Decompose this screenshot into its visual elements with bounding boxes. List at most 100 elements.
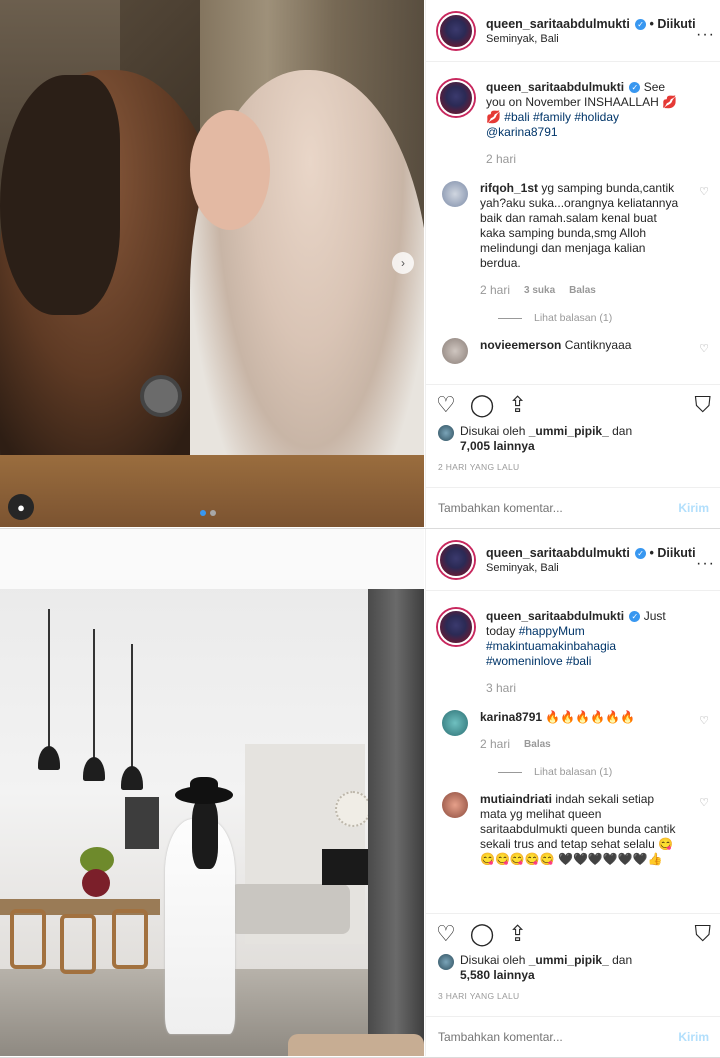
carousel-dots <box>200 510 216 516</box>
action-bar: ♡ ◯ ⇪ ⛉ <box>426 913 720 953</box>
user-tags-icon[interactable]: ● <box>8 494 34 520</box>
caption-hashtags[interactable]: #bali #family #holiday @karina8791 <box>486 110 619 139</box>
comment: karina8791 🔥🔥🔥🔥🔥🔥 2 hari Balas ♡ <box>438 710 709 752</box>
avatar[interactable] <box>442 710 468 736</box>
next-photo-icon[interactable]: › <box>392 252 414 274</box>
carousel-dot <box>210 510 216 516</box>
location-link[interactable]: Seminyak, Bali <box>486 33 696 45</box>
bookmark-icon[interactable]: ⛉ <box>694 393 711 416</box>
follow-button[interactable]: Diikuti <box>657 546 695 560</box>
more-icon[interactable]: ··· <box>696 26 715 44</box>
avatar[interactable] <box>438 425 454 441</box>
photo-lamp-cord <box>48 609 50 749</box>
reply-button[interactable]: Balas <box>569 283 596 298</box>
liked-by-prefix: Disukai oleh <box>460 953 526 967</box>
comment-time[interactable]: 2 hari <box>480 283 510 298</box>
location-link[interactable]: Seminyak, Bali <box>486 562 696 574</box>
add-comment-input[interactable] <box>438 500 679 515</box>
comments-list[interactable]: queen_saritaabdulmukti ✓ Just today #hap… <box>426 591 720 911</box>
more-icon[interactable]: ··· <box>696 555 715 573</box>
comment-text: Cantiknyaaa <box>564 338 632 352</box>
photo-chair <box>112 909 148 969</box>
comment-username[interactable]: mutiaindriati <box>480 792 552 806</box>
post-date[interactable]: 3 HARI YANG LALU <box>438 991 520 1001</box>
like-comment-heart-icon[interactable]: ♡ <box>699 796 709 809</box>
photo-watch <box>140 375 182 417</box>
avatar[interactable] <box>438 609 474 645</box>
photo-artwork <box>125 797 159 849</box>
comment-meta: 2 hari 3 suka Balas <box>480 283 680 298</box>
caption-username[interactable]: queen_saritaabdulmukti <box>486 609 624 623</box>
caption-time[interactable]: 3 hari <box>486 681 516 696</box>
comment-time[interactable]: 2 hari <box>480 737 510 752</box>
comment-icon[interactable]: ◯ <box>470 922 495 945</box>
like-comment-heart-icon[interactable]: ♡ <box>699 342 709 355</box>
post-date[interactable]: 2 HARI YANG LALU <box>438 462 520 472</box>
heart-icon[interactable]: ♡ <box>436 922 456 945</box>
carousel-dot <box>200 510 206 516</box>
caption: queen_saritaabdulmukti ✓ See you on Nove… <box>438 80 707 167</box>
comments-list[interactable]: queen_saritaabdulmukti ✓ See you on Nove… <box>426 62 720 382</box>
photo-tv <box>322 849 372 885</box>
liked-by-and: dan <box>612 953 633 967</box>
post-photo[interactable]: › ● <box>0 0 424 527</box>
caption-username[interactable]: queen_saritaabdulmukti <box>486 80 624 94</box>
avatar[interactable] <box>442 792 468 818</box>
caption-time[interactable]: 2 hari <box>486 152 516 167</box>
liked-by-user[interactable]: _ummi_pipik_ <box>529 424 609 438</box>
post-comment-button[interactable]: Kirim <box>678 1030 709 1044</box>
view-replies[interactable]: Lihat balasan (1) <box>498 312 707 324</box>
caption: queen_saritaabdulmukti ✓ Just today #hap… <box>438 609 707 696</box>
share-icon[interactable]: ⇪ <box>508 393 526 416</box>
like-comment-heart-icon[interactable]: ♡ <box>699 185 709 198</box>
avatar[interactable] <box>438 541 474 578</box>
reply-button[interactable]: Balas <box>524 737 551 752</box>
add-comment-input[interactable] <box>438 1029 679 1044</box>
comment-username[interactable]: novieemerson <box>480 338 561 352</box>
photo-chair <box>10 909 46 969</box>
caption-body: queen_saritaabdulmukti ✓ Just today #hap… <box>486 609 686 696</box>
heart-icon[interactable]: ♡ <box>436 393 456 416</box>
verified-badge-icon: ✓ <box>629 611 641 623</box>
avatar[interactable] <box>442 181 468 207</box>
add-comment-bar: Kirim <box>426 1016 720 1056</box>
post-sidebar: queen_saritaabdulmukti ✓ • Diikuti Semin… <box>425 0 720 527</box>
follow-button[interactable]: Diikuti <box>657 17 695 31</box>
caption-meta: 3 hari <box>486 681 686 696</box>
comment-icon[interactable]: ◯ <box>470 393 495 416</box>
post-comment-button[interactable]: Kirim <box>678 501 709 515</box>
username-link[interactable]: queen_saritaabdulmukti <box>486 17 630 31</box>
bookmark-icon[interactable]: ⛉ <box>694 922 711 945</box>
comment-text: 🔥🔥🔥🔥🔥🔥 <box>545 710 636 724</box>
photo-lamp-cord <box>93 629 95 759</box>
likes-text: Disukai oleh _ummi_pipik_ dan 7,005 lain… <box>460 424 632 454</box>
comment-likes[interactable]: 3 suka <box>524 283 555 298</box>
liked-by-others[interactable]: 5,580 lainnya <box>460 968 535 982</box>
view-replies-label: Lihat balasan (1) <box>534 766 613 778</box>
username-link[interactable]: queen_saritaabdulmukti <box>486 546 630 560</box>
comment: novieemerson Cantiknyaaa ♡ <box>438 338 709 364</box>
avatar[interactable] <box>438 954 454 970</box>
post-2: queen_saritaabdulmukti ✓ • Diikuti Semin… <box>0 529 720 1058</box>
comment-body: karina8791 🔥🔥🔥🔥🔥🔥 2 hari Balas <box>480 710 680 752</box>
avatar[interactable] <box>442 338 468 364</box>
photo-chair <box>60 914 96 974</box>
photo-vase <box>82 869 110 897</box>
avatar[interactable] <box>438 80 474 116</box>
share-icon[interactable]: ⇪ <box>508 922 526 945</box>
comment-username[interactable]: karina8791 <box>480 710 542 724</box>
like-comment-heart-icon[interactable]: ♡ <box>699 714 709 727</box>
liked-by-user[interactable]: _ummi_pipik_ <box>529 953 609 967</box>
liked-by-prefix: Disukai oleh <box>460 424 526 438</box>
comment-username[interactable]: rifqoh_1st <box>480 181 538 195</box>
comment-meta: 2 hari Balas <box>480 737 680 752</box>
liked-by-others[interactable]: 7,005 lainnya <box>460 439 535 453</box>
divider <box>498 771 522 773</box>
post-photo[interactable] <box>0 529 424 1056</box>
header-names: queen_saritaabdulmukti ✓ • Diikuti Semin… <box>486 17 696 45</box>
header-names: queen_saritaabdulmukti ✓ • Diikuti Semin… <box>486 546 696 574</box>
view-replies[interactable]: Lihat balasan (1) <box>498 766 707 778</box>
avatar[interactable] <box>438 12 474 49</box>
photo-ceiling <box>0 529 424 589</box>
liked-by-and: dan <box>612 424 633 438</box>
